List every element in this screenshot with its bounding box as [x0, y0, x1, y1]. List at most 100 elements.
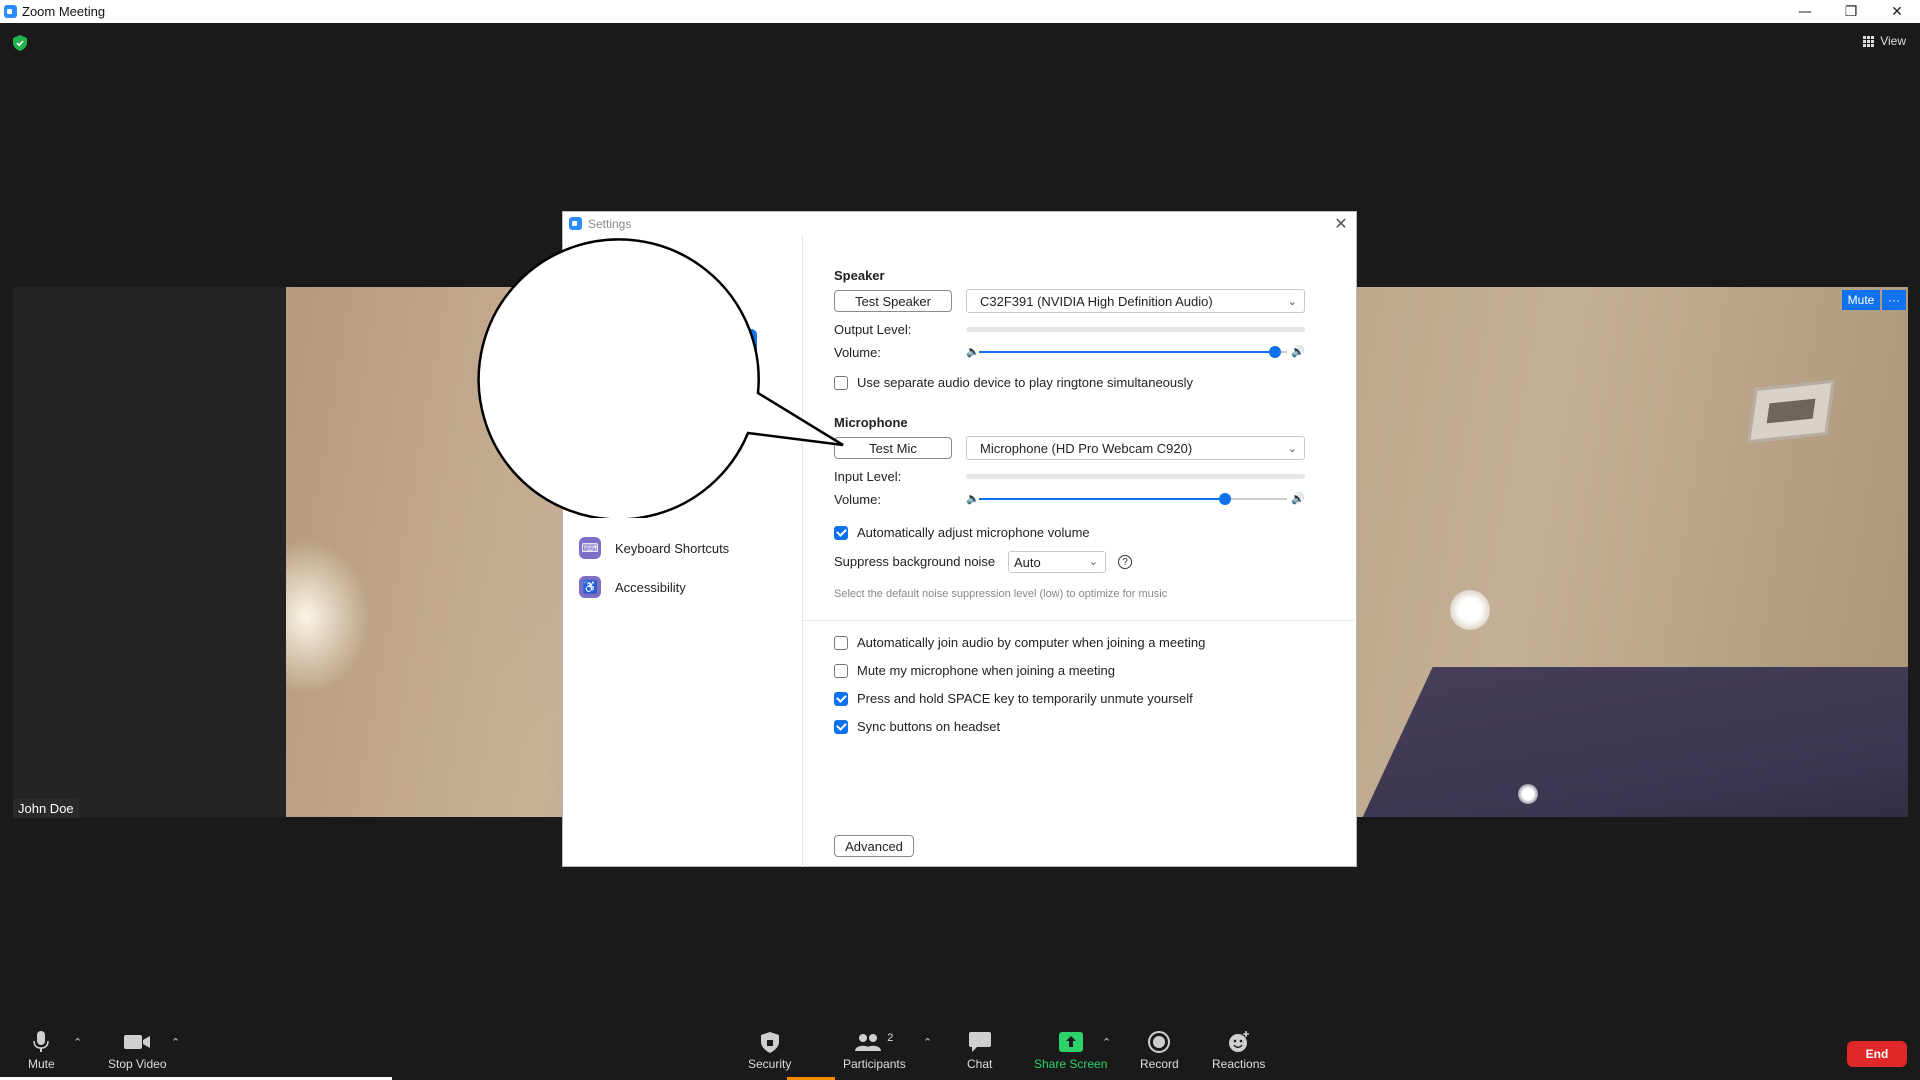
window-titlebar: Zoom Meeting — ❐ ✕: [0, 0, 1920, 23]
test-speaker-button[interactable]: Test Speaker: [834, 290, 952, 312]
auto-adjust-label: Automatically adjust microphone volume: [857, 525, 1090, 540]
sidebar-item-label: Keyboard Shortcuts: [615, 540, 730, 556]
sidebar-item-label: Accessibility: [615, 579, 686, 595]
settings-audio-panel: Speaker Test Speaker C32F391 (NVIDIA Hig…: [803, 235, 1356, 866]
view-label: View: [1880, 34, 1906, 48]
suppress-noise-select[interactable]: Auto ⌄: [1008, 551, 1106, 573]
window-controls: — ❐ ✕: [1782, 0, 1920, 23]
sidebar-item-accessibility[interactable]: ♿ Accessibility: [579, 576, 686, 598]
reactions-smiley-icon: [1228, 1030, 1250, 1054]
auto-adjust-option[interactable]: Automatically adjust microphone volume: [834, 525, 1090, 540]
record-icon: [1148, 1030, 1171, 1054]
settings-close-button[interactable]: ✕: [1332, 214, 1350, 233]
window-close-button[interactable]: ✕: [1874, 0, 1920, 23]
video-mute-button[interactable]: Mute: [1842, 290, 1880, 310]
share-screen-button[interactable]: Share Screen: [1034, 1030, 1107, 1071]
volume-low-icon: 🔈: [966, 345, 980, 358]
share-screen-icon: [1058, 1030, 1083, 1054]
end-meeting-button[interactable]: End: [1847, 1041, 1907, 1067]
mic-volume-slider[interactable]: 🔈 🔊: [966, 492, 1305, 506]
chevron-down-icon: ⌄: [1088, 555, 1098, 568]
speaker-device-value: C32F391 (NVIDIA High Definition Audio): [980, 293, 1213, 309]
space-unmute-checkbox[interactable]: [834, 691, 848, 706]
record-label: Record: [1140, 1057, 1179, 1071]
chat-button[interactable]: Chat: [967, 1030, 992, 1071]
mic-volume-fill: [979, 498, 1226, 500]
speech-bubble-callout: [477, 238, 844, 518]
record-button[interactable]: Record: [1140, 1030, 1179, 1071]
zoom-app-icon: [4, 5, 17, 18]
speaker-volume-knob[interactable]: [1268, 346, 1281, 358]
reactions-label: Reactions: [1212, 1057, 1266, 1071]
volume-low-icon: 🔈: [966, 492, 980, 505]
share-screen-label: Share Screen: [1034, 1057, 1108, 1071]
reactions-button[interactable]: Reactions: [1212, 1030, 1265, 1071]
volume-high-icon: 🔊: [1291, 345, 1305, 358]
chevron-down-icon: ⌄: [1287, 442, 1297, 455]
participants-icon: 2: [855, 1030, 893, 1054]
video-options-caret-icon[interactable]: ⌃: [171, 1036, 180, 1049]
chat-icon: [968, 1030, 991, 1054]
participants-count: 2: [887, 1032, 894, 1044]
suppress-noise-hint: Select the default noise suppression lev…: [834, 588, 1168, 600]
mute-button[interactable]: Mute: [28, 1030, 55, 1071]
stop-video-button[interactable]: Stop Video: [108, 1030, 167, 1071]
security-button[interactable]: Security: [748, 1030, 791, 1071]
grid-view-icon: [1863, 35, 1875, 47]
ringtone-option[interactable]: Use separate audio device to play ringto…: [834, 375, 1193, 390]
audio-options-caret-icon[interactable]: ⌃: [73, 1036, 82, 1049]
minimize-button[interactable]: —: [1782, 0, 1828, 23]
speaker-volume-fill: [979, 351, 1275, 353]
encryption-shield-icon[interactable]: [13, 35, 27, 51]
participants-label: Participants: [843, 1057, 906, 1071]
microphone-section-title: Microphone: [834, 415, 908, 430]
window-title: Zoom Meeting: [22, 4, 106, 19]
auto-adjust-checkbox[interactable]: [834, 525, 848, 540]
output-level-meter: [966, 327, 1305, 332]
participants-options-caret-icon[interactable]: ⌃: [923, 1036, 932, 1049]
video-more-options-button[interactable]: ···: [1882, 290, 1906, 310]
speaker-device-select[interactable]: C32F391 (NVIDIA High Definition Audio) ⌄: [966, 289, 1305, 313]
mute-on-join-option[interactable]: Mute my microphone when joining a meetin…: [834, 663, 1115, 678]
microphone-device-value: Microphone (HD Pro Webcam C920): [980, 440, 1193, 456]
mute-label: Mute: [28, 1057, 55, 1071]
meeting-toolbar: Mute ⌃ Stop Video ⌃ Security 2 Participa…: [0, 1022, 1920, 1080]
mute-on-join-label: Mute my microphone when joining a meetin…: [857, 663, 1115, 678]
chevron-down-icon: ⌄: [1287, 295, 1297, 308]
restore-button[interactable]: ❐: [1828, 0, 1874, 23]
share-options-caret-icon[interactable]: ⌃: [1102, 1036, 1111, 1049]
mic-volume-knob[interactable]: [1219, 493, 1232, 505]
space-unmute-label: Press and hold SPACE key to temporarily …: [857, 691, 1193, 706]
auto-join-audio-label: Automatically join audio by computer whe…: [857, 635, 1206, 650]
video-camera-icon: [124, 1030, 151, 1054]
sync-headset-option[interactable]: Sync buttons on headset: [834, 719, 1000, 734]
view-button[interactable]: View: [1863, 34, 1906, 48]
test-mic-button[interactable]: Test Mic: [834, 437, 952, 459]
auto-join-audio-option[interactable]: Automatically join audio by computer whe…: [834, 635, 1205, 650]
video-side-pane: [13, 287, 287, 817]
chat-label: Chat: [967, 1057, 993, 1071]
space-unmute-option[interactable]: Press and hold SPACE key to temporarily …: [834, 691, 1193, 706]
stop-video-label: Stop Video: [108, 1057, 167, 1071]
ringtone-label: Use separate audio device to play ringto…: [857, 375, 1194, 390]
output-level-label: Output Level:: [834, 322, 912, 337]
speaker-volume-slider[interactable]: 🔈 🔊: [966, 345, 1305, 359]
participant-name-tag: John Doe: [13, 799, 79, 818]
volume-high-icon: 🔊: [1291, 492, 1305, 505]
ceiling-vent-image: [1747, 379, 1835, 444]
security-label: Security: [748, 1057, 792, 1071]
advanced-button[interactable]: Advanced: [834, 835, 914, 857]
auto-join-audio-checkbox[interactable]: [834, 635, 848, 650]
microphone-icon: [33, 1030, 50, 1054]
sync-headset-checkbox[interactable]: [834, 719, 848, 734]
ceiling-beam-image: [1339, 667, 1908, 817]
ceiling-light-image: [1518, 784, 1538, 804]
sidebar-item-keyboard-shortcuts[interactable]: ⌨ Keyboard Shortcuts: [579, 537, 729, 559]
help-icon[interactable]: ?: [1118, 555, 1132, 569]
keyboard-icon: ⌨: [579, 537, 601, 559]
security-shield-icon: [760, 1030, 779, 1054]
mute-on-join-checkbox[interactable]: [834, 663, 848, 678]
microphone-device-select[interactable]: Microphone (HD Pro Webcam C920) ⌄: [966, 436, 1305, 460]
input-level-meter: [966, 474, 1305, 479]
participants-button[interactable]: 2 Participants: [843, 1030, 906, 1071]
